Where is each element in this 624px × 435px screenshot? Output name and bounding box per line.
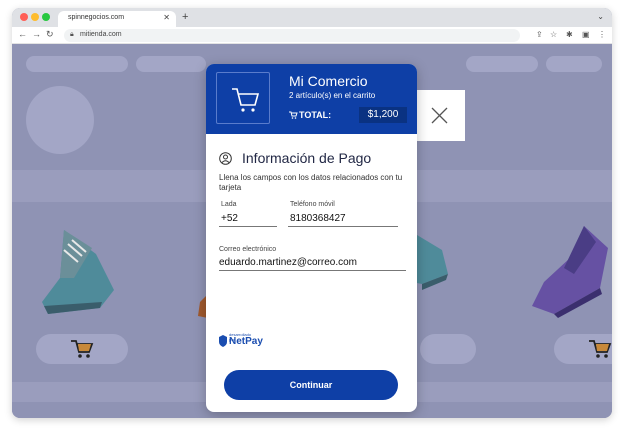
phone-underline (288, 226, 398, 227)
reload-icon[interactable]: ↻ (46, 29, 54, 40)
extensions-icon[interactable]: ✱ (566, 30, 573, 39)
cart-icon (589, 340, 612, 358)
payment-modal: Mi Comercio 2 artículo(s) en el carrito … (206, 64, 417, 412)
add-to-cart-button[interactable] (36, 334, 128, 364)
tab-bar: spinnegocios.com ✕ + ⌄ (12, 8, 612, 27)
add-to-cart-button[interactable] (420, 334, 476, 364)
back-icon[interactable]: ← (18, 29, 27, 39)
email-underline (219, 270, 406, 271)
cart-icon (232, 88, 260, 112)
sneaker-image (42, 230, 114, 314)
sneaker-image (412, 232, 448, 290)
lada-label: Lada (221, 201, 237, 208)
user-icon (219, 152, 232, 165)
forward-icon[interactable]: → (32, 29, 41, 39)
email-input[interactable]: eduardo.martinez@correo.com (219, 257, 357, 268)
total-row: TOTAL: $1,200 (289, 107, 407, 123)
nav-placeholder (136, 56, 206, 72)
netpay-text: NetPay (229, 336, 263, 347)
phone-label: Teléfono móvil (290, 201, 335, 208)
store-page-backdrop: Mi Comercio 2 artículo(s) en el carrito … (12, 44, 612, 418)
close-window-icon[interactable] (20, 13, 28, 21)
tab-menu-chevron-icon[interactable]: ⌄ (597, 12, 604, 21)
lada-input[interactable]: +52 (221, 213, 238, 224)
email-label: Correo electrónico (219, 246, 277, 253)
close-icon (431, 107, 448, 124)
phone-input[interactable]: 8180368427 (290, 213, 346, 224)
nav-placeholder (466, 56, 538, 72)
browser-toolbar: ← → ↻ 🔒︎ mitienda.com ⇪ ☆ ✱ ▣ ⋮ (12, 27, 612, 44)
total-value: $1,200 (359, 107, 407, 123)
lada-underline (219, 226, 277, 227)
modal-header: Mi Comercio 2 artículo(s) en el carrito … (206, 64, 417, 134)
add-to-cart-button[interactable] (554, 334, 612, 364)
url-text: mitienda.com (80, 31, 122, 38)
sidebar-icon[interactable]: ▣ (582, 30, 590, 39)
new-tab-icon[interactable]: + (182, 11, 188, 23)
total-label: TOTAL: (299, 110, 332, 120)
nav-placeholder (546, 56, 602, 72)
sneaker-image (532, 226, 608, 318)
small-cart-icon (289, 111, 298, 119)
section-description: Llena los campos con los datos relaciona… (219, 173, 403, 192)
minimize-window-icon[interactable] (31, 13, 39, 21)
close-modal-button[interactable] (414, 90, 465, 141)
address-bar[interactable]: 🔒︎ mitienda.com (64, 29, 520, 42)
nav-placeholder (26, 56, 128, 72)
share-icon[interactable]: ⇪ (536, 30, 543, 39)
tab-title: spinnegocios.com (68, 14, 125, 21)
tab-close-icon[interactable]: ✕ (163, 13, 170, 22)
cart-item-count: 2 artículo(s) en el carrito (289, 91, 376, 100)
cart-icon (71, 340, 94, 358)
cart-badge (216, 72, 270, 124)
browser-window: spinnegocios.com ✕ + ⌄ ← → ↻ 🔒︎ mitienda… (12, 8, 612, 418)
bookmark-star-icon[interactable]: ☆ (550, 30, 557, 39)
banner-circle (26, 86, 94, 154)
section-title: Información de Pago (242, 150, 372, 166)
netpay-shield-icon (219, 335, 227, 347)
lock-icon: 🔒︎ (70, 31, 74, 38)
more-menu-icon[interactable]: ⋮ (598, 30, 606, 39)
browser-tab[interactable]: spinnegocios.com ✕ (58, 11, 176, 27)
continue-button[interactable]: Continuar (224, 370, 398, 400)
maximize-window-icon[interactable] (42, 13, 50, 21)
shop-name: Mi Comercio (289, 73, 368, 89)
